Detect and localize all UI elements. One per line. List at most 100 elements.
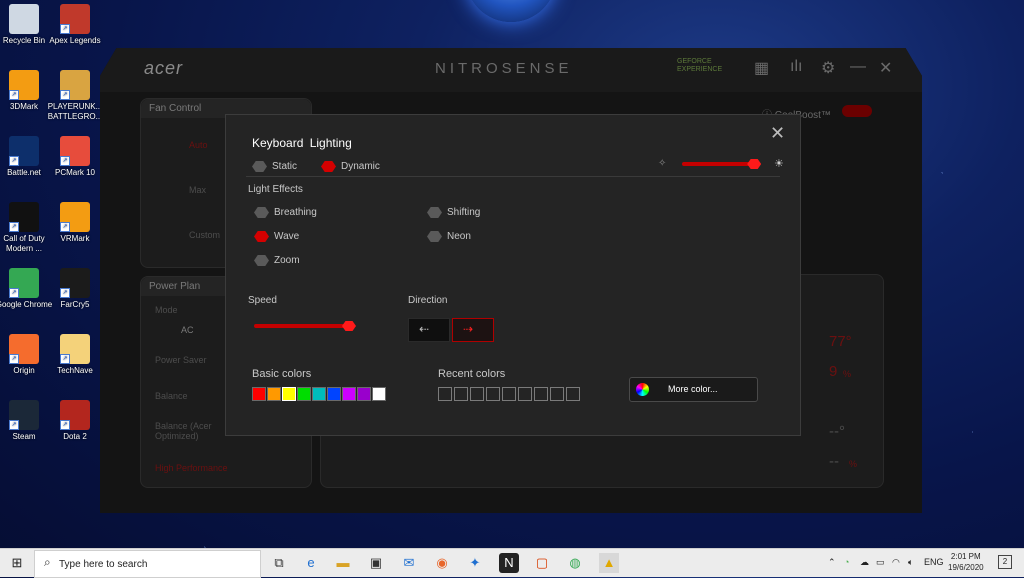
tray-chevron-icon[interactable]: ⌃: [828, 557, 836, 568]
brightness-slider-thumb[interactable]: [747, 159, 762, 169]
office-icon[interactable]: ▢: [532, 553, 552, 573]
effect-breathing-label: Breathing: [274, 207, 317, 219]
clock-time: 2:01 PM: [950, 552, 981, 561]
mode-dynamic[interactable]: Dynamic: [321, 161, 380, 172]
recent-colors-title: Recent colors: [438, 368, 506, 380]
apex-legends-shortcut[interactable]: ↗ Apex Legends: [45, 4, 105, 46]
effect-wave[interactable]: Wave: [254, 231, 299, 242]
notification-center-icon[interactable]: 2: [998, 555, 1012, 569]
nitrosense-taskbar-icon[interactable]: N: [499, 553, 519, 573]
audio-wave-icon[interactable]: ılı: [790, 58, 802, 76]
dropbox-icon[interactable]: ✦: [465, 553, 485, 573]
light-effects-title: Light Effects: [248, 184, 303, 195]
recent-color-swatch[interactable]: [566, 387, 580, 401]
pcmark-shortcut[interactable]: ↗ PCMark 10: [45, 136, 105, 178]
direction-left-button[interactable]: ⇠: [408, 318, 450, 342]
power-tab-ac[interactable]: AC: [181, 325, 194, 335]
dynamic-hex-icon: [321, 161, 336, 172]
basic-color-swatch[interactable]: [327, 387, 341, 401]
speed-slider-thumb[interactable]: [342, 321, 356, 331]
effect-wave-label: Wave: [274, 231, 300, 243]
fan-max-option[interactable]: Max: [189, 185, 206, 195]
basic-color-swatch[interactable]: [357, 387, 371, 401]
fan-auto-option[interactable]: Auto: [189, 140, 208, 150]
battery-icon[interactable]: ▭: [876, 557, 885, 568]
volume-icon[interactable]: 🔈︎: [908, 557, 913, 568]
balance-option[interactable]: Balance: [155, 391, 188, 401]
basic-color-swatch[interactable]: [252, 387, 266, 401]
recent-color-swatch[interactable]: [486, 387, 500, 401]
windows-start-icon[interactable]: ⊞: [7, 553, 27, 573]
recent-color-swatch[interactable]: [518, 387, 532, 401]
fan-custom-option[interactable]: Custom: [189, 230, 220, 240]
breathing-hex-icon: [254, 207, 269, 218]
high-performance-option[interactable]: High Performance: [155, 463, 228, 473]
arrow-right-icon: ⇢: [463, 322, 474, 336]
recent-color-swatch[interactable]: [470, 387, 484, 401]
direction-title: Direction: [408, 295, 448, 306]
balance-acer-optimized-option[interactable]: Balance (Acer Optimized): [155, 421, 235, 441]
tray-status-icon[interactable]: ◔: [844, 557, 849, 567]
brightness-slider[interactable]: [682, 162, 758, 166]
farcry5-shortcut[interactable]: ↗ FarCry5: [45, 268, 105, 310]
recent-color-swatch[interactable]: [438, 387, 452, 401]
basic-color-swatch[interactable]: [267, 387, 281, 401]
recent-color-swatch[interactable]: [502, 387, 516, 401]
dialog-close-icon[interactable]: ✕: [770, 123, 785, 144]
basic-color-swatch[interactable]: [342, 387, 356, 401]
cloud-icon[interactable]: ☁: [860, 557, 869, 568]
wifi-icon[interactable]: ◠: [892, 557, 900, 568]
close-icon[interactable]: ✕: [879, 58, 892, 78]
basic-color-swatch[interactable]: [372, 387, 386, 401]
pubg-icon: ↗: [60, 70, 90, 100]
cpu-fan-unit: %: [843, 369, 852, 379]
coolboost-toggle[interactable]: [842, 105, 872, 117]
desktop-icon-label: PCMark 10: [54, 168, 95, 177]
clock[interactable]: 2:01 PM 19/6/2020: [948, 551, 984, 573]
speed-title: Speed: [248, 295, 277, 306]
shifting-hex-icon: [427, 207, 442, 218]
taskbar-search[interactable]: ⌕ Type here to search: [34, 550, 261, 578]
effect-shifting[interactable]: Shifting: [427, 207, 480, 218]
task-view-icon[interactable]: ⧉: [269, 553, 289, 573]
language-indicator[interactable]: ENG: [924, 557, 944, 567]
keyboard-icon[interactable]: ▦: [754, 58, 769, 78]
store-icon[interactable]: ▣: [366, 553, 386, 573]
mode-static[interactable]: Static: [252, 161, 297, 172]
keyboard-lighting-dialog: Keyboard Lighting ✕ Static Dynamic ✧ ☀ L…: [225, 114, 801, 436]
edge-icon[interactable]: e: [301, 553, 321, 573]
speed-slider[interactable]: [254, 324, 354, 328]
desktop-icon-label: TechNave: [57, 366, 93, 375]
firefox-icon[interactable]: ◉: [432, 553, 452, 573]
power-saver-option[interactable]: Power Saver: [155, 355, 207, 365]
minimize-icon[interactable]: —: [850, 58, 866, 76]
photos-icon[interactable]: ▲: [599, 553, 619, 573]
effect-zoom[interactable]: Zoom: [254, 255, 300, 266]
shortcut-arrow-icon: ↗: [9, 222, 19, 232]
vrmark-shortcut[interactable]: ↗ VRMark: [45, 202, 105, 244]
recent-color-swatch[interactable]: [534, 387, 548, 401]
steam-icon: ↗: [9, 400, 39, 430]
folder-shortcut[interactable]: ↗ TechNave: [45, 334, 105, 376]
chrome-taskbar-icon[interactable]: ◍: [565, 553, 585, 573]
basic-color-swatch[interactable]: [312, 387, 326, 401]
basic-color-swatch[interactable]: [297, 387, 311, 401]
file-explorer-icon[interactable]: ▬: [333, 553, 353, 573]
mail-icon[interactable]: ✉: [399, 553, 419, 573]
more-color-label: More color...: [668, 384, 718, 394]
pubg-shortcut[interactable]: ↗ PLAYERUNK... BATTLEGRO...: [45, 70, 105, 122]
basic-color-swatch[interactable]: [282, 387, 296, 401]
nitrosense-title-bar: acer NITROSENSE GEFORCE EXPERIENCE ▦ ılı…: [100, 48, 922, 92]
dota2-shortcut[interactable]: ↗ Dota 2: [45, 400, 105, 442]
recent-color-swatch[interactable]: [454, 387, 468, 401]
gear-icon[interactable]: ⚙: [821, 58, 835, 78]
effect-neon[interactable]: Neon: [427, 231, 471, 242]
shortcut-arrow-icon: ↗: [60, 24, 70, 34]
cpu-fan-value: 9: [829, 363, 838, 380]
recent-color-swatch[interactable]: [550, 387, 564, 401]
geforce-experience-button[interactable]: GEFORCE EXPERIENCE: [677, 58, 741, 78]
direction-right-button[interactable]: ⇢: [452, 318, 494, 342]
more-color-button[interactable]: More color...: [629, 377, 758, 402]
effect-breathing[interactable]: Breathing: [254, 207, 317, 218]
apex-legends-icon: ↗: [60, 4, 90, 34]
